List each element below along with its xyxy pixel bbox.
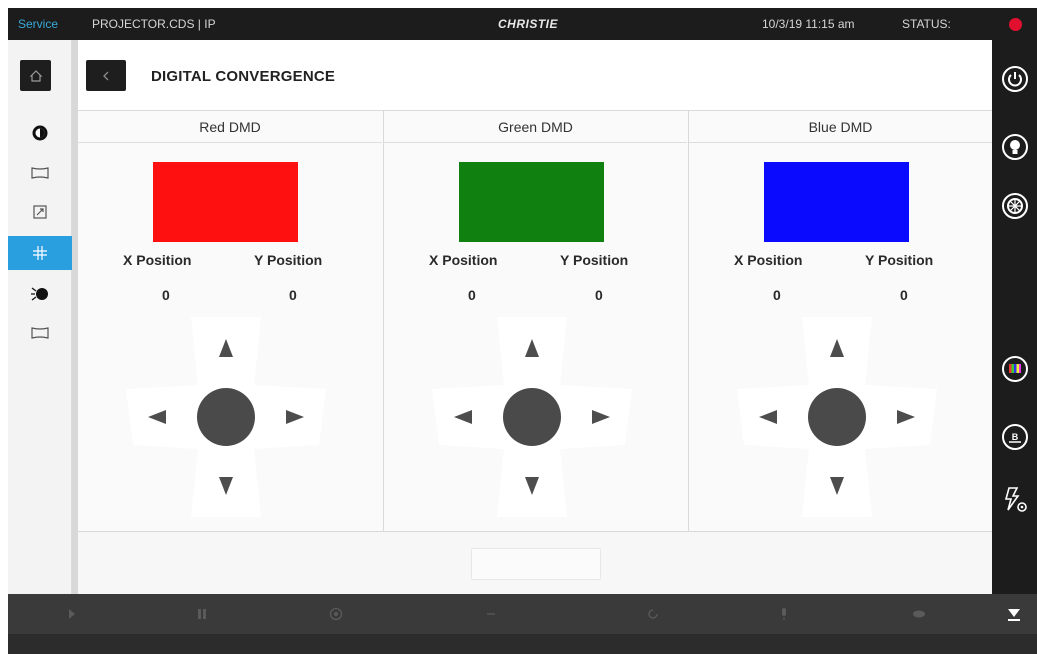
record-icon [329, 607, 343, 621]
y-position-value: 0 [595, 287, 603, 303]
lightbulb-icon [1002, 134, 1028, 160]
direction-pad [432, 317, 632, 517]
bottom-toolbar [8, 594, 1037, 654]
home-button[interactable] [20, 60, 51, 91]
svg-text:B: B [1012, 432, 1019, 442]
chevron-left-icon [103, 71, 109, 80]
nav-resize[interactable] [8, 195, 72, 229]
datetime: 10/3/19 11:15 am [762, 17, 855, 31]
x-position-label: X Position [734, 252, 803, 268]
color-wheel-icon [32, 125, 48, 141]
red-dmd-panel: Red DMD X Position Y Position 0 0 [78, 111, 382, 532]
screen-icon [31, 327, 49, 339]
brand-logo: CHRISTIE [498, 17, 559, 31]
nav-color-wheel[interactable] [8, 116, 72, 150]
panel-heading: Green DMD [384, 111, 687, 143]
input-b-button[interactable]: B [1000, 422, 1030, 452]
apply-button[interactable] [471, 548, 601, 580]
y-position-value: 0 [900, 287, 908, 303]
toolbar-shade [8, 594, 1037, 634]
eye-icon [913, 610, 925, 618]
eye-button[interactable] [911, 606, 927, 622]
dmd-panels: Red DMD X Position Y Position 0 0 Green … [78, 110, 992, 532]
panel-heading: Blue DMD [689, 111, 992, 143]
input-b-icon: B [1002, 424, 1028, 450]
status-label: STATUS: [902, 17, 951, 31]
test-pattern-icon [1002, 356, 1028, 382]
x-position-value: 0 [773, 287, 781, 303]
y-position-label: Y Position [560, 252, 629, 268]
convergence-icon [33, 246, 47, 260]
action-bar [78, 532, 992, 594]
status-indicator[interactable] [1009, 18, 1022, 31]
resize-icon [33, 205, 47, 219]
left-nav [8, 40, 78, 594]
pause-button[interactable] [194, 606, 210, 622]
lamp-button[interactable] [1000, 132, 1030, 162]
x-position-label: X Position [123, 252, 192, 268]
record-button[interactable] [328, 606, 344, 622]
test-pattern-button[interactable] [1000, 354, 1030, 384]
nav-screen-2[interactable] [8, 316, 72, 350]
red-color-swatch [153, 162, 298, 242]
shutter-button[interactable] [1000, 191, 1030, 221]
green-dmd-panel: Green DMD X Position Y Position 0 0 [383, 111, 687, 532]
refresh-icon [648, 609, 658, 619]
collapse-icon [1008, 609, 1020, 621]
top-bar: Service PROJECTOR.CDS | IP CHRISTIE 10/3… [8, 8, 1037, 40]
x-position-value: 0 [162, 287, 170, 303]
mic-button[interactable] [776, 606, 792, 622]
nav-lamp[interactable] [8, 276, 72, 310]
y-position-label: Y Position [254, 252, 323, 268]
mic-icon [782, 608, 786, 620]
minus-button[interactable] [483, 606, 499, 622]
center-button[interactable] [808, 388, 866, 446]
center-button[interactable] [503, 388, 561, 446]
collapse-button[interactable] [1004, 604, 1024, 626]
main-content: DIGITAL CONVERGENCE Red DMD X Position Y… [78, 40, 992, 594]
play-icon [69, 609, 75, 619]
lamp-icon [31, 287, 48, 301]
app-frame: Service PROJECTOR.CDS | IP CHRISTIE 10/3… [8, 8, 1037, 654]
screen-icon [31, 167, 49, 179]
page-title: DIGITAL CONVERGENCE [151, 68, 336, 85]
refresh-button[interactable] [645, 606, 661, 622]
breadcrumb: PROJECTOR.CDS | IP [92, 17, 216, 31]
nav-convergence[interactable] [8, 236, 72, 270]
y-position-label: Y Position [865, 252, 934, 268]
x-position-value: 0 [468, 287, 476, 303]
right-nav: B [992, 40, 1037, 594]
power-button[interactable] [1000, 64, 1030, 94]
shutter-icon [1002, 193, 1028, 219]
lightning-gear-icon [1004, 487, 1027, 512]
x-position-label: X Position [429, 252, 498, 268]
home-icon [29, 69, 42, 82]
center-button[interactable] [197, 388, 255, 446]
nav-screen[interactable] [8, 156, 72, 190]
direction-pad [737, 317, 937, 517]
blue-color-swatch [764, 162, 909, 242]
back-button[interactable] [86, 60, 126, 91]
mode-label[interactable]: Service [18, 17, 58, 31]
y-position-value: 0 [289, 287, 297, 303]
power-icon [1002, 66, 1028, 92]
direction-pad [126, 317, 326, 517]
green-color-swatch [459, 162, 604, 242]
power-settings-button[interactable] [1000, 485, 1030, 515]
blue-dmd-panel: Blue DMD X Position Y Position 0 0 [688, 111, 992, 532]
pause-icon [198, 609, 206, 619]
play-button[interactable] [64, 606, 80, 622]
panel-heading: Red DMD [78, 111, 382, 143]
minus-icon [487, 613, 495, 615]
